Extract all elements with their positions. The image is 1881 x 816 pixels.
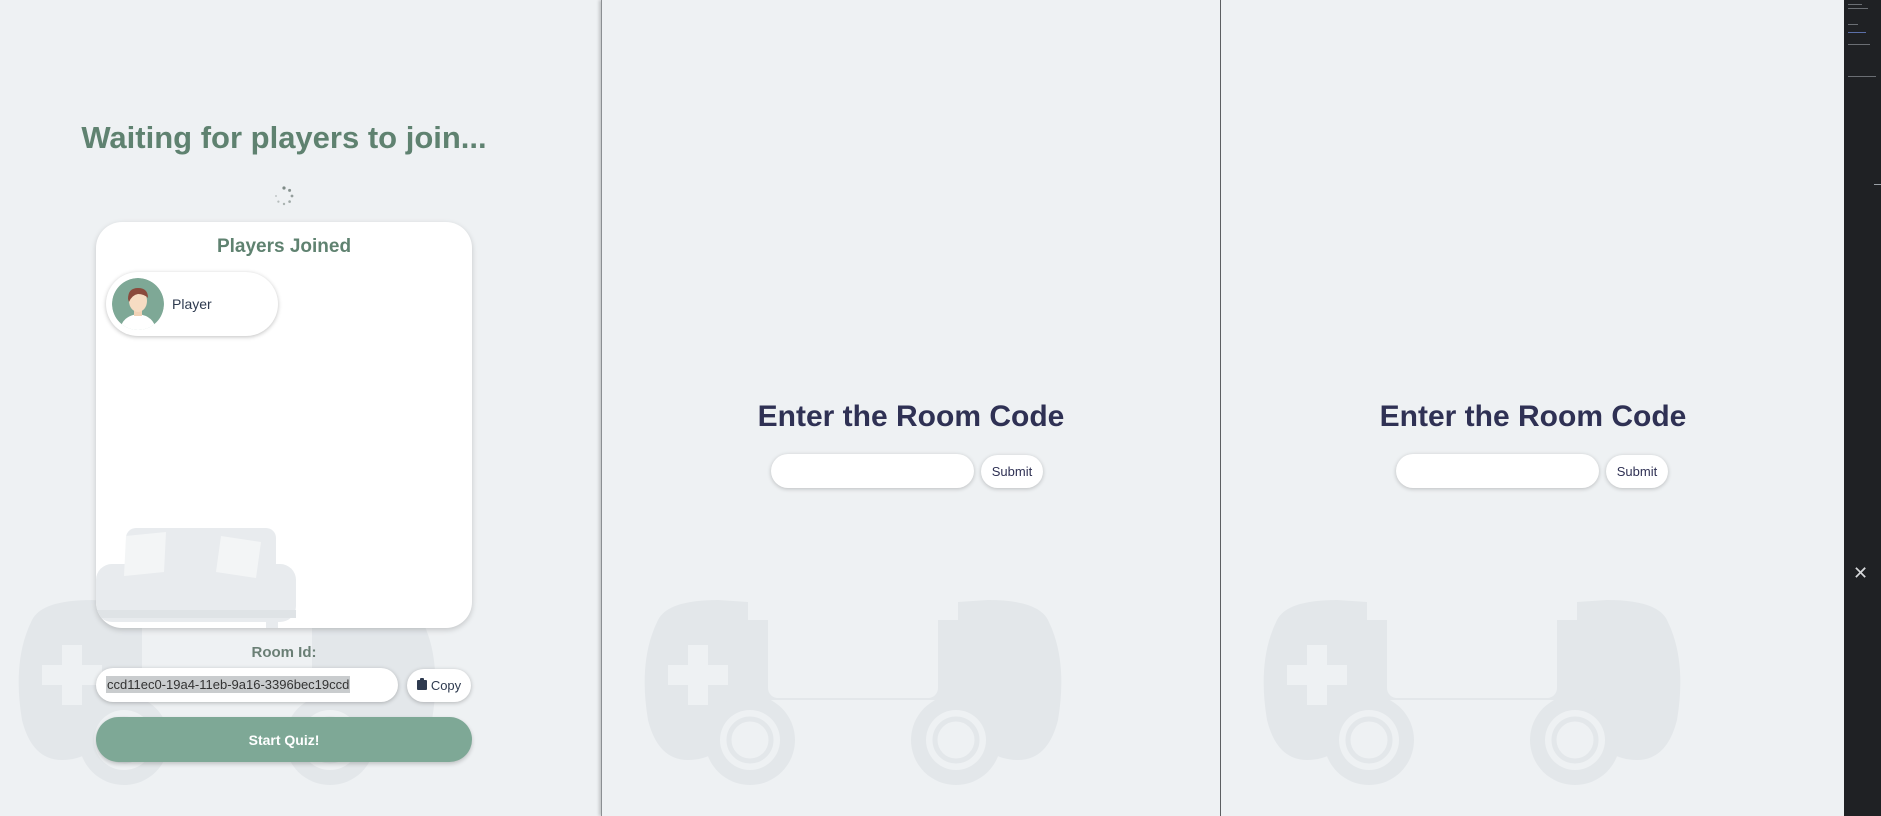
- players-joined-card: Players Joined Player: [96, 222, 472, 628]
- start-quiz-button[interactable]: Start Quiz!: [96, 717, 472, 762]
- devtools-code-line: [1848, 44, 1870, 45]
- copy-label: Copy: [430, 678, 462, 693]
- host-pane: Waiting for players to join... Players J…: [0, 0, 598, 816]
- room-code-title: Enter the Room Code: [757, 400, 1065, 433]
- app-layout: Waiting for players to join... Players J…: [0, 0, 1881, 816]
- devtools-code-line: [1848, 8, 1868, 9]
- close-icon[interactable]: ✕: [1853, 564, 1868, 582]
- room-id-field[interactable]: ccd11ec0-19a4-11eb-9a16-3396bec19ccd: [96, 668, 398, 702]
- join-pane-1: Enter the Room Code Submit: [601, 0, 1220, 816]
- player-name: Player: [172, 296, 212, 312]
- clipboard-icon: [416, 678, 427, 693]
- player-chip: Player: [106, 272, 278, 336]
- join-pane-2: Enter the Room Code Submit: [1220, 0, 1845, 816]
- devtools-code-line: [1848, 24, 1858, 25]
- submit-button[interactable]: Submit: [981, 455, 1043, 488]
- room-code-input[interactable]: [1396, 454, 1599, 488]
- room-id-value: ccd11ec0-19a4-11eb-9a16-3396bec19ccd: [106, 676, 351, 693]
- devtools-scrollbar[interactable]: [1874, 184, 1881, 185]
- copy-button[interactable]: Copy: [407, 669, 471, 702]
- submit-button[interactable]: Submit: [1606, 455, 1668, 488]
- room-code-title: Enter the Room Code: [1379, 400, 1687, 433]
- room-id-label: Room Id:: [251, 644, 317, 661]
- devtools-code-line: [1848, 76, 1876, 77]
- players-joined-title: Players Joined: [216, 236, 352, 257]
- controller-background-icon: [1257, 590, 1687, 790]
- waiting-title: Waiting for players to join...: [81, 120, 487, 155]
- couch-illustration: [96, 524, 296, 628]
- devtools-code-line: [1848, 32, 1866, 33]
- devtools-code-line: [1848, 4, 1862, 5]
- room-code-input[interactable]: [771, 454, 974, 488]
- devtools-panel: ✕: [1844, 0, 1881, 816]
- player-avatar: [112, 278, 164, 330]
- controller-background-icon: [638, 590, 1068, 790]
- loading-spinner-icon: [274, 186, 294, 206]
